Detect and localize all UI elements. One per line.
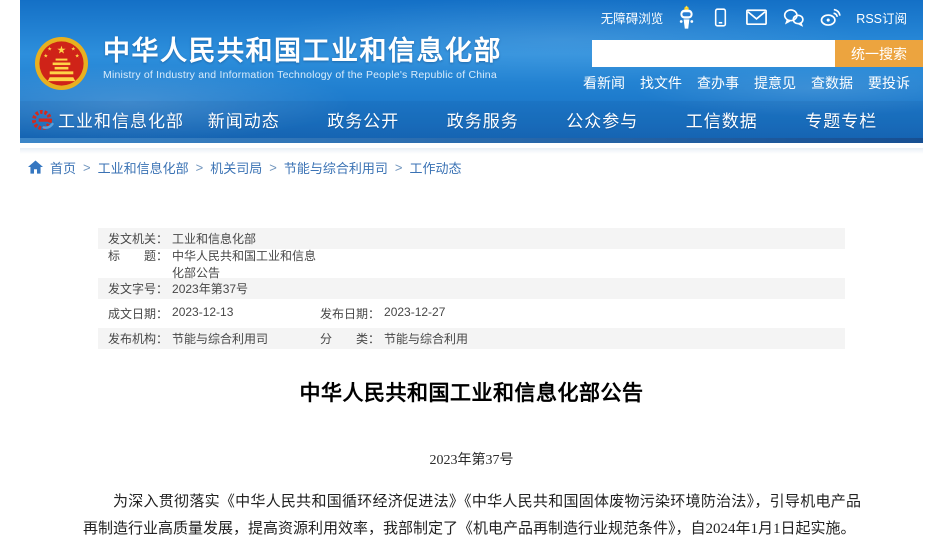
breadcrumb-home[interactable]: 首页: [50, 158, 76, 177]
document-title: 中华人民共和国工业和信息化部公告: [0, 377, 943, 407]
quick-link-complaint[interactable]: 要投诉: [868, 73, 910, 93]
miit-webpage: 无障碍浏览: [0, 0, 943, 547]
search-button[interactable]: 统一搜索: [835, 40, 923, 67]
mascot-robot-icon[interactable]: [677, 5, 696, 30]
meta-label: 标 题：: [108, 247, 168, 281]
meta-label: 发文字号：: [108, 280, 168, 297]
svg-text:★: ★: [71, 47, 76, 53]
meta-value: 节能与综合利用司: [172, 330, 268, 347]
header-divider-band: [20, 148, 923, 154]
nav-item-miit[interactable]: 工业和信息化部: [58, 107, 184, 132]
mail-icon[interactable]: [745, 7, 768, 27]
nav-item-news[interactable]: 新闻动态: [184, 107, 304, 132]
topbar: 无障碍浏览: [601, 0, 923, 34]
quick-link-services[interactable]: 查办事: [697, 73, 739, 93]
nav-item-gov-open[interactable]: 政务公开: [304, 107, 424, 132]
svg-text:★: ★: [75, 54, 80, 60]
breadcrumb-item-energy-dept[interactable]: 节能与综合利用司: [284, 158, 388, 177]
meta-label: 发布日期：: [320, 305, 380, 322]
breadcrumb-separator: >: [395, 160, 403, 175]
gov-e-gear-logo-icon: [30, 108, 54, 132]
meta-value: 2023-12-27: [384, 305, 445, 322]
meta-row-title: 标 题： 中华人民共和国工业和信息化部公告: [98, 253, 845, 274]
quick-links: 看新闻 找文件 查办事 提意见 查数据 要投诉: [583, 73, 910, 93]
meta-row-doc-number: 发文字号： 2023年第37号: [98, 278, 845, 299]
mobile-icon[interactable]: [710, 7, 731, 28]
accessibility-link[interactable]: 无障碍浏览: [601, 8, 664, 27]
main-nav: 工业和信息化部 新闻动态 政务公开 政务服务 公众参与 工信数据 专题专栏: [20, 101, 923, 138]
document-body-paragraph: 为深入贯彻落实《中华人民共和国循环经济促进法》《中华人民共和国固体废物污染环境防…: [83, 489, 861, 543]
search-input[interactable]: [592, 40, 835, 67]
breadcrumb-separator: >: [196, 160, 204, 175]
svg-text:★: ★: [57, 45, 67, 57]
nav-item-public-participation[interactable]: 公众参与: [543, 107, 663, 132]
national-emblem-logo: ★ ★ ★ ★ ★: [34, 36, 89, 91]
meta-value: 2023-12-13: [172, 305, 233, 322]
meta-value: 2023年第37号: [172, 280, 248, 297]
meta-label: 发文机关：: [108, 230, 168, 247]
meta-value: 工业和信息化部: [172, 230, 256, 247]
home-icon[interactable]: [28, 160, 43, 174]
nav-item-special-topics[interactable]: 专题专栏: [782, 107, 902, 132]
meta-value: 中华人民共和国工业和信息化部公告: [172, 247, 320, 281]
document-meta-table: 发文机关： 工业和信息化部 标 题： 中华人民共和国工业和信息化部公告 发文字号…: [98, 228, 845, 353]
site-subtitle: Ministry of Industry and Information Tec…: [103, 69, 502, 81]
quick-link-data[interactable]: 查数据: [811, 73, 853, 93]
breadcrumb-item-departments[interactable]: 机关司局: [210, 158, 262, 177]
site-title: 中华人民共和国工业和信息化部: [103, 36, 502, 66]
rss-link[interactable]: RSS订阅: [856, 8, 907, 27]
quick-link-documents[interactable]: 找文件: [640, 73, 682, 93]
breadcrumb: 首页 > 工业和信息化部 > 机关司局 > 节能与综合利用司 > 工作动态: [28, 158, 461, 177]
svg-text:★: ★: [43, 54, 48, 60]
meta-label: 发布机构：: [108, 330, 168, 347]
search-bar: 统一搜索: [592, 40, 923, 67]
svg-text:★: ★: [47, 47, 52, 53]
meta-label: 分 类：: [320, 330, 380, 347]
weibo-icon[interactable]: [819, 7, 842, 27]
meta-value: 节能与综合利用: [384, 330, 468, 347]
site-header: 无障碍浏览: [20, 0, 923, 143]
quick-link-news[interactable]: 看新闻: [583, 73, 625, 93]
meta-row-dates: 成文日期： 2023-12-13 发布日期： 2023-12-27: [98, 303, 845, 324]
meta-label: 成文日期：: [108, 305, 168, 322]
meta-row-publisher-category: 发布机构： 节能与综合利用司 分 类： 节能与综合利用: [98, 328, 845, 349]
breadcrumb-item-work-news[interactable]: 工作动态: [409, 158, 461, 177]
breadcrumb-separator: >: [269, 160, 277, 175]
breadcrumb-item-miit[interactable]: 工业和信息化部: [98, 158, 189, 177]
quick-link-feedback[interactable]: 提意见: [754, 73, 796, 93]
breadcrumb-separator: >: [83, 160, 91, 175]
nav-item-miit-data[interactable]: 工信数据: [662, 107, 782, 132]
wechat-icon[interactable]: [782, 7, 805, 27]
nav-item-gov-service[interactable]: 政务服务: [423, 107, 543, 132]
document-number: 2023年第37号: [0, 449, 943, 469]
site-brand: ★ ★ ★ ★ ★ 中华人民共和国工业和信息化部 Ministry of Ind…: [34, 36, 502, 91]
